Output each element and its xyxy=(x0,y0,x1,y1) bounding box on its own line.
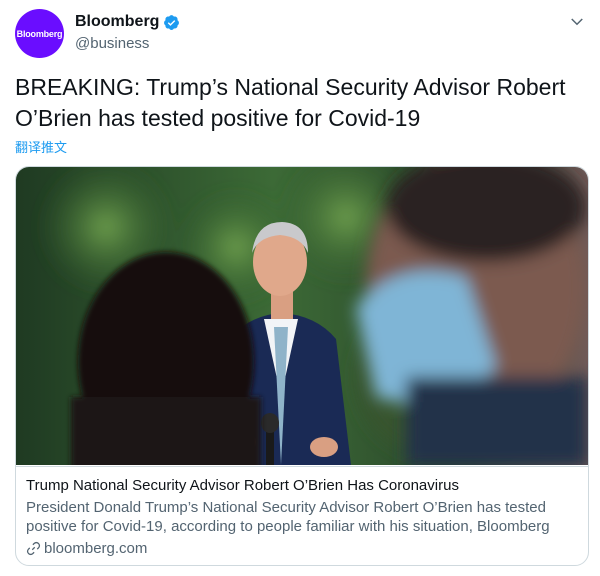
link-icon xyxy=(26,541,41,556)
account-name[interactable]: Bloomberg xyxy=(75,13,159,31)
tweet-text: BREAKING: Trump’s National Security Advi… xyxy=(15,74,566,131)
translate-tweet-link[interactable]: 翻译推文 xyxy=(15,137,67,156)
card-image[interactable] xyxy=(16,167,588,465)
avatar[interactable]: Bloomberg xyxy=(15,9,64,58)
card-description: President Donald Trump’s National Securi… xyxy=(26,499,550,535)
card-photo xyxy=(16,167,588,465)
link-card[interactable]: Trump National Security Advisor Robert O… xyxy=(15,166,589,566)
account-handle[interactable]: @business xyxy=(75,35,149,52)
chevron-down-icon[interactable] xyxy=(568,13,586,31)
card-body[interactable]: Trump National Security Advisor Robert O… xyxy=(16,466,588,565)
verified-badge-icon xyxy=(164,14,180,30)
avatar-logo-text: Bloomberg xyxy=(16,28,63,39)
card-title[interactable]: Trump National Security Advisor Robert O… xyxy=(26,477,459,494)
card-domain[interactable]: bloomberg.com xyxy=(26,540,147,557)
name-row: Bloomberg xyxy=(75,13,180,31)
card-domain-text: bloomberg.com xyxy=(44,540,148,557)
tweet-header: Bloomberg Bloomberg @business xyxy=(15,9,590,59)
